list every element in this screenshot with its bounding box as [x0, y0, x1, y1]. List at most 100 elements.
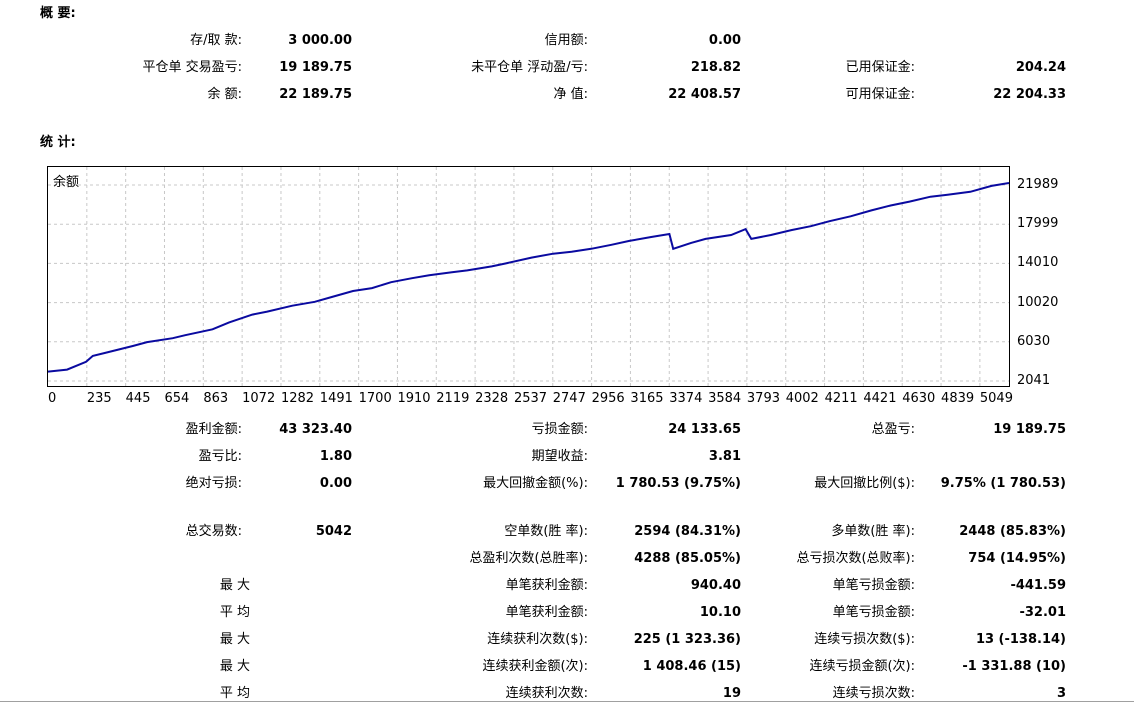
extreme-row-a-value: 19	[722, 686, 741, 701]
summary-heading: 概 要:	[40, 6, 76, 21]
deposit-value: 3 000.00	[288, 33, 352, 48]
expected-label: 期望收益:	[531, 449, 588, 464]
extreme-row-b-label: 单笔亏损金额:	[832, 578, 915, 593]
gross-loss-value: 24 133.65	[668, 422, 741, 437]
extreme-row-a-value: 225 (1 323.36)	[633, 632, 741, 647]
x-tick-label: 0	[48, 391, 57, 406]
x-tick-label: 1072	[242, 391, 276, 406]
free-margin-value: 22 204.33	[993, 87, 1066, 102]
extreme-row-caption: 最 大	[219, 659, 250, 674]
win-trades-label: 总盈利次数(总胜率):	[469, 551, 588, 566]
y-tick-label: 10020	[1017, 294, 1059, 310]
profit-factor-value: 1.80	[319, 449, 352, 464]
extreme-row-b-value: -1 331.88 (10)	[962, 659, 1066, 674]
total-trades-label: 总交易数:	[185, 524, 242, 539]
extreme-row-b-label: 连续亏损次数:	[832, 686, 915, 701]
max-drawdown-value: 1 780.53 (9.75%)	[615, 476, 741, 491]
balance-label: 余 额:	[207, 87, 242, 102]
stats-heading: 统 计:	[40, 135, 76, 150]
extreme-row-caption: 最 大	[219, 578, 250, 593]
x-tick-label: 2747	[552, 391, 586, 406]
x-tick-label: 2119	[436, 391, 470, 406]
x-tick-label: 3584	[708, 391, 742, 406]
balance-value: 22 189.75	[279, 87, 352, 102]
balance-chart: 余额	[47, 166, 1010, 387]
total-pl-label: 总盈亏:	[871, 422, 915, 437]
rel-drawdown-label: 最大回撤比例($):	[814, 476, 915, 491]
x-tick-label: 235	[86, 391, 112, 406]
extreme-row-a-label: 连续获利金额(次):	[482, 659, 588, 674]
extreme-row-a-label: 单笔获利金额:	[505, 605, 588, 620]
x-tick-label: 2537	[513, 391, 548, 406]
credit-value: 0.00	[708, 33, 741, 48]
x-tick-label: 445	[125, 391, 151, 406]
x-tick-label: 654	[164, 391, 190, 406]
max-drawdown-label: 最大回撤金额(%):	[483, 476, 588, 491]
win-trades-value: 4288 (85.05%)	[634, 551, 741, 566]
y-tick-label: 21989	[1017, 177, 1059, 192]
balance-chart-plot	[48, 167, 1009, 386]
x-tick-label: 5049	[979, 391, 1013, 406]
margin-value: 204.24	[1015, 60, 1066, 75]
x-tick-label: 3165	[630, 391, 664, 406]
extreme-row-caption: 平 均	[219, 605, 250, 620]
loss-trades-label: 总亏损次数(总败率):	[796, 551, 915, 566]
extreme-row-a-value: 10.10	[699, 605, 741, 620]
x-tick-label: 1700	[358, 391, 392, 406]
x-tick-label: 1282	[280, 391, 315, 406]
extreme-row-caption: 最 大	[219, 632, 250, 647]
y-tick-label: 6030	[1017, 333, 1051, 349]
long-trades-value: 2448 (85.83%)	[959, 524, 1066, 539]
expected-value: 3.81	[708, 449, 741, 464]
abs-drawdown-label: 绝对亏损:	[185, 476, 242, 491]
loss-trades-value: 754 (14.95%)	[968, 551, 1066, 566]
abs-drawdown-value: 0.00	[319, 476, 352, 491]
gross-loss-label: 亏损金额:	[531, 422, 588, 437]
extreme-row-caption: 平 均	[219, 686, 250, 701]
x-tick-label: 863	[203, 391, 229, 406]
long-trades-label: 多单数(胜 率):	[831, 524, 915, 539]
extreme-row-a-value: 1 408.46 (15)	[642, 659, 741, 674]
extreme-row-b-label: 单笔亏损金额:	[832, 605, 915, 620]
closed-pl-value: 19 189.75	[279, 60, 352, 75]
extreme-row-b-value: 3	[1056, 686, 1066, 701]
extreme-row-a-value: 940.40	[690, 578, 741, 593]
total-trades-value: 5042	[315, 524, 352, 539]
y-tick-label: 17999	[1017, 216, 1059, 232]
x-tick-label: 3374	[669, 391, 703, 406]
floating-pl-value: 218.82	[690, 60, 741, 75]
extreme-row-b-value: -32.01	[1019, 605, 1066, 620]
x-tick-label: 4839	[941, 391, 975, 406]
x-tick-label: 2328	[475, 391, 509, 406]
credit-label: 信用额:	[544, 33, 588, 48]
equity-value: 22 408.57	[668, 87, 741, 102]
extreme-row-b-value: 13 (-138.14)	[975, 632, 1066, 647]
equity-label: 净 值:	[553, 87, 588, 102]
gross-profit-value: 43 323.40	[279, 422, 352, 437]
x-tick-label: 4421	[863, 391, 897, 406]
floating-pl-label: 未平仓单 浮动盈/亏:	[471, 60, 588, 75]
extreme-row-b-label: 连续亏损次数($):	[814, 632, 915, 647]
x-tick-label: 3793	[746, 391, 780, 406]
balance-line	[48, 182, 1009, 373]
free-margin-label: 可用保证金:	[845, 87, 915, 102]
margin-label: 已用保证金:	[845, 60, 915, 75]
extreme-row-a-label: 连续获利次数($):	[487, 632, 588, 647]
extreme-row-b-label: 连续亏损金额(次):	[809, 659, 915, 674]
y-tick-label: 14010	[1017, 255, 1059, 271]
x-tick-label: 1910	[397, 391, 431, 406]
rel-drawdown-value: 9.75% (1 780.53)	[940, 476, 1066, 491]
deposit-label: 存/取 款:	[190, 33, 242, 48]
bottom-divider	[0, 701, 1134, 702]
extreme-row-a-label: 单笔获利金额:	[505, 578, 588, 593]
x-tick-label: 4630	[902, 391, 936, 406]
total-pl-value: 19 189.75	[993, 422, 1066, 437]
gross-profit-label: 盈利金额:	[185, 422, 242, 437]
short-trades-value: 2594 (84.31%)	[634, 524, 741, 539]
chart-title: 余额	[53, 175, 80, 190]
extreme-row-a-label: 连续获利次数:	[505, 686, 588, 701]
closed-pl-label: 平仓单 交易盈亏:	[142, 60, 242, 75]
x-tick-label: 1491	[319, 391, 353, 406]
x-tick-label: 4002	[785, 391, 819, 406]
y-tick-label: 2041	[1017, 373, 1051, 388]
